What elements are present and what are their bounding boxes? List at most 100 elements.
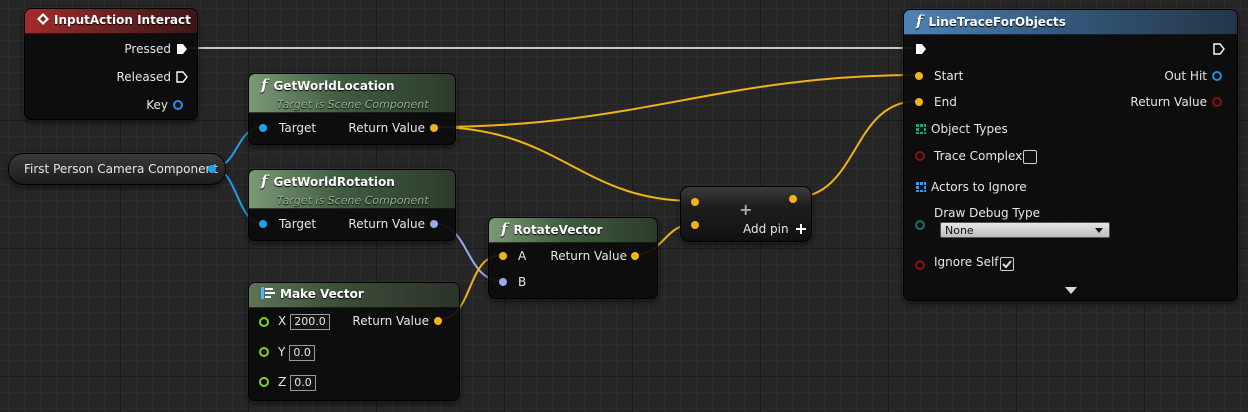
function-f-icon: f — [261, 172, 268, 190]
rotate-return-pin[interactable] — [631, 252, 639, 260]
pressed-label: Pressed — [124, 42, 171, 56]
end-label: End — [934, 95, 957, 109]
x-value-field[interactable]: 200.0 — [290, 313, 330, 330]
draw-debug-dropdown[interactable]: None — [940, 222, 1110, 238]
array-grid-icon[interactable] — [916, 182, 926, 192]
pressed-exec-pin[interactable] — [176, 43, 188, 55]
exec-out-pin[interactable] — [1213, 43, 1225, 55]
out-hit-pin[interactable] — [1212, 71, 1222, 81]
z-input-pin[interactable] — [259, 377, 269, 387]
rotate-b-label: B — [518, 275, 527, 289]
y-value-field[interactable]: 0.0 — [289, 344, 315, 361]
ignore-self-pin[interactable] — [915, 260, 925, 270]
make-vector-node[interactable]: Make Vector X 200.0 Y 0.0 Z 0.0 Return Valu… — [248, 282, 460, 401]
released-exec-pin[interactable] — [176, 71, 188, 83]
trace-complex-pin[interactable] — [915, 151, 925, 161]
y-label: Y — [278, 345, 286, 359]
make-vector-title: Make Vector — [280, 287, 364, 301]
camera-component-label: First Person Camera Component — [24, 162, 218, 176]
get-world-rotation-node[interactable]: f GetWorldRotation Target is Scene Compon… — [248, 169, 456, 241]
z-label: Z — [278, 375, 287, 389]
object-types-label: Object Types — [931, 122, 1008, 136]
make-vector-return-label: Return Value — [352, 314, 429, 328]
add-to-end-wire — [791, 100, 919, 199]
key-label: Key — [146, 98, 168, 112]
rotation-return-label: Return Value — [348, 217, 425, 231]
add-output-pin[interactable] — [789, 195, 797, 203]
line-trace-header[interactable]: f LineTraceForObjects — [904, 10, 1237, 35]
make-struct-icon — [261, 287, 275, 299]
line-trace-node[interactable]: f LineTraceForObjects Start Out Hit End R… — [903, 9, 1238, 301]
x-label: X — [278, 314, 287, 328]
input-action-node[interactable]: InputAction Interact Pressed Released Ke… — [24, 8, 198, 120]
expand-arrow-icon[interactable] — [1065, 287, 1077, 295]
rotation-target-label: Target — [279, 217, 317, 231]
end-pin[interactable] — [915, 98, 923, 106]
rotate-return-label: Return Value — [550, 249, 627, 263]
add-pin-label: Add pin — [743, 222, 789, 236]
array-grid-icon[interactable] — [916, 124, 926, 134]
rotate-a-pin[interactable] — [499, 252, 507, 260]
get-world-rotation-title: GetWorldRotation — [273, 175, 395, 189]
camera-component-pin[interactable] — [208, 165, 216, 173]
get-world-location-title: GetWorldLocation — [273, 79, 395, 93]
checkmark-icon — [1002, 260, 1012, 269]
trace-complex-label: Trace Complex — [934, 149, 1023, 163]
actors-to-ignore-label: Actors to Ignore — [931, 180, 1027, 194]
trace-complex-checkbox[interactable] — [1023, 150, 1037, 164]
plus-icon — [796, 224, 807, 234]
camera-component-node[interactable]: First Person Camera Component — [8, 153, 226, 185]
rotate-vector-node[interactable]: f RotateVector A B Return Value — [488, 217, 658, 299]
add-input-a-pin[interactable] — [691, 198, 699, 206]
rotation-return-pin[interactable] — [430, 220, 438, 228]
start-pin[interactable] — [915, 72, 923, 80]
return-value-label: Return Value — [1130, 95, 1207, 109]
key-pin[interactable] — [173, 100, 183, 110]
rotate-vector-title: RotateVector — [513, 223, 603, 237]
function-f-icon: f — [501, 220, 508, 238]
return-value-pin[interactable] — [1212, 97, 1222, 107]
get-world-rotation-header[interactable]: f GetWorldRotation Target is Scene Compon… — [249, 170, 455, 209]
draw-debug-label: Draw Debug Type — [934, 206, 1040, 220]
location-to-start-wire — [432, 74, 919, 128]
draw-debug-value: None — [945, 224, 974, 237]
ignore-self-label: Ignore Self — [934, 255, 999, 269]
location-to-add-wire — [432, 126, 695, 202]
exec-in-pin[interactable] — [915, 43, 927, 55]
rotate-vector-header[interactable]: f RotateVector — [489, 218, 657, 243]
location-return-label: Return Value — [348, 121, 425, 135]
get-world-rotation-subtitle: Target is Scene Component — [277, 194, 429, 207]
rotate-b-pin[interactable] — [499, 278, 507, 286]
chevron-down-icon — [1095, 228, 1103, 233]
make-vector-return-pin[interactable] — [434, 317, 442, 325]
input-action-header[interactable]: InputAction Interact — [25, 9, 197, 34]
x-input-pin[interactable] — [259, 317, 269, 327]
y-row: Y 0.0 — [278, 344, 315, 361]
rotation-target-pin[interactable] — [259, 220, 267, 228]
out-hit-label: Out Hit — [1164, 69, 1207, 83]
z-value-field[interactable]: 0.0 — [290, 374, 316, 391]
location-target-label: Target — [279, 121, 317, 135]
input-action-title: InputAction Interact — [54, 13, 191, 27]
event-diamond-icon — [37, 13, 49, 25]
start-label: Start — [934, 69, 964, 83]
z-row: Z 0.0 — [278, 374, 316, 391]
get-world-location-header[interactable]: f GetWorldLocation Target is Scene Compon… — [249, 74, 455, 113]
ignore-self-checkbox[interactable] — [1000, 257, 1014, 271]
get-world-location-node[interactable]: f GetWorldLocation Target is Scene Compon… — [248, 73, 456, 145]
draw-debug-pin[interactable] — [915, 220, 925, 230]
function-f-icon: f — [261, 76, 268, 94]
add-pin-button[interactable]: Add pin — [743, 221, 807, 237]
get-world-location-subtitle: Target is Scene Component — [277, 98, 429, 111]
make-vector-header[interactable]: Make Vector — [249, 283, 459, 308]
line-trace-title: LineTraceForObjects — [928, 15, 1066, 29]
add-input-b-pin[interactable] — [691, 221, 699, 229]
y-input-pin[interactable] — [259, 347, 269, 357]
function-f-icon: f — [916, 12, 923, 30]
rotate-a-label: A — [518, 249, 527, 263]
add-vector-node[interactable]: + Add pin — [680, 186, 812, 242]
add-plus-glyph: + — [739, 200, 753, 219]
location-target-pin[interactable] — [259, 124, 267, 132]
x-row: X 200.0 — [278, 313, 330, 330]
location-return-pin[interactable] — [430, 124, 438, 132]
